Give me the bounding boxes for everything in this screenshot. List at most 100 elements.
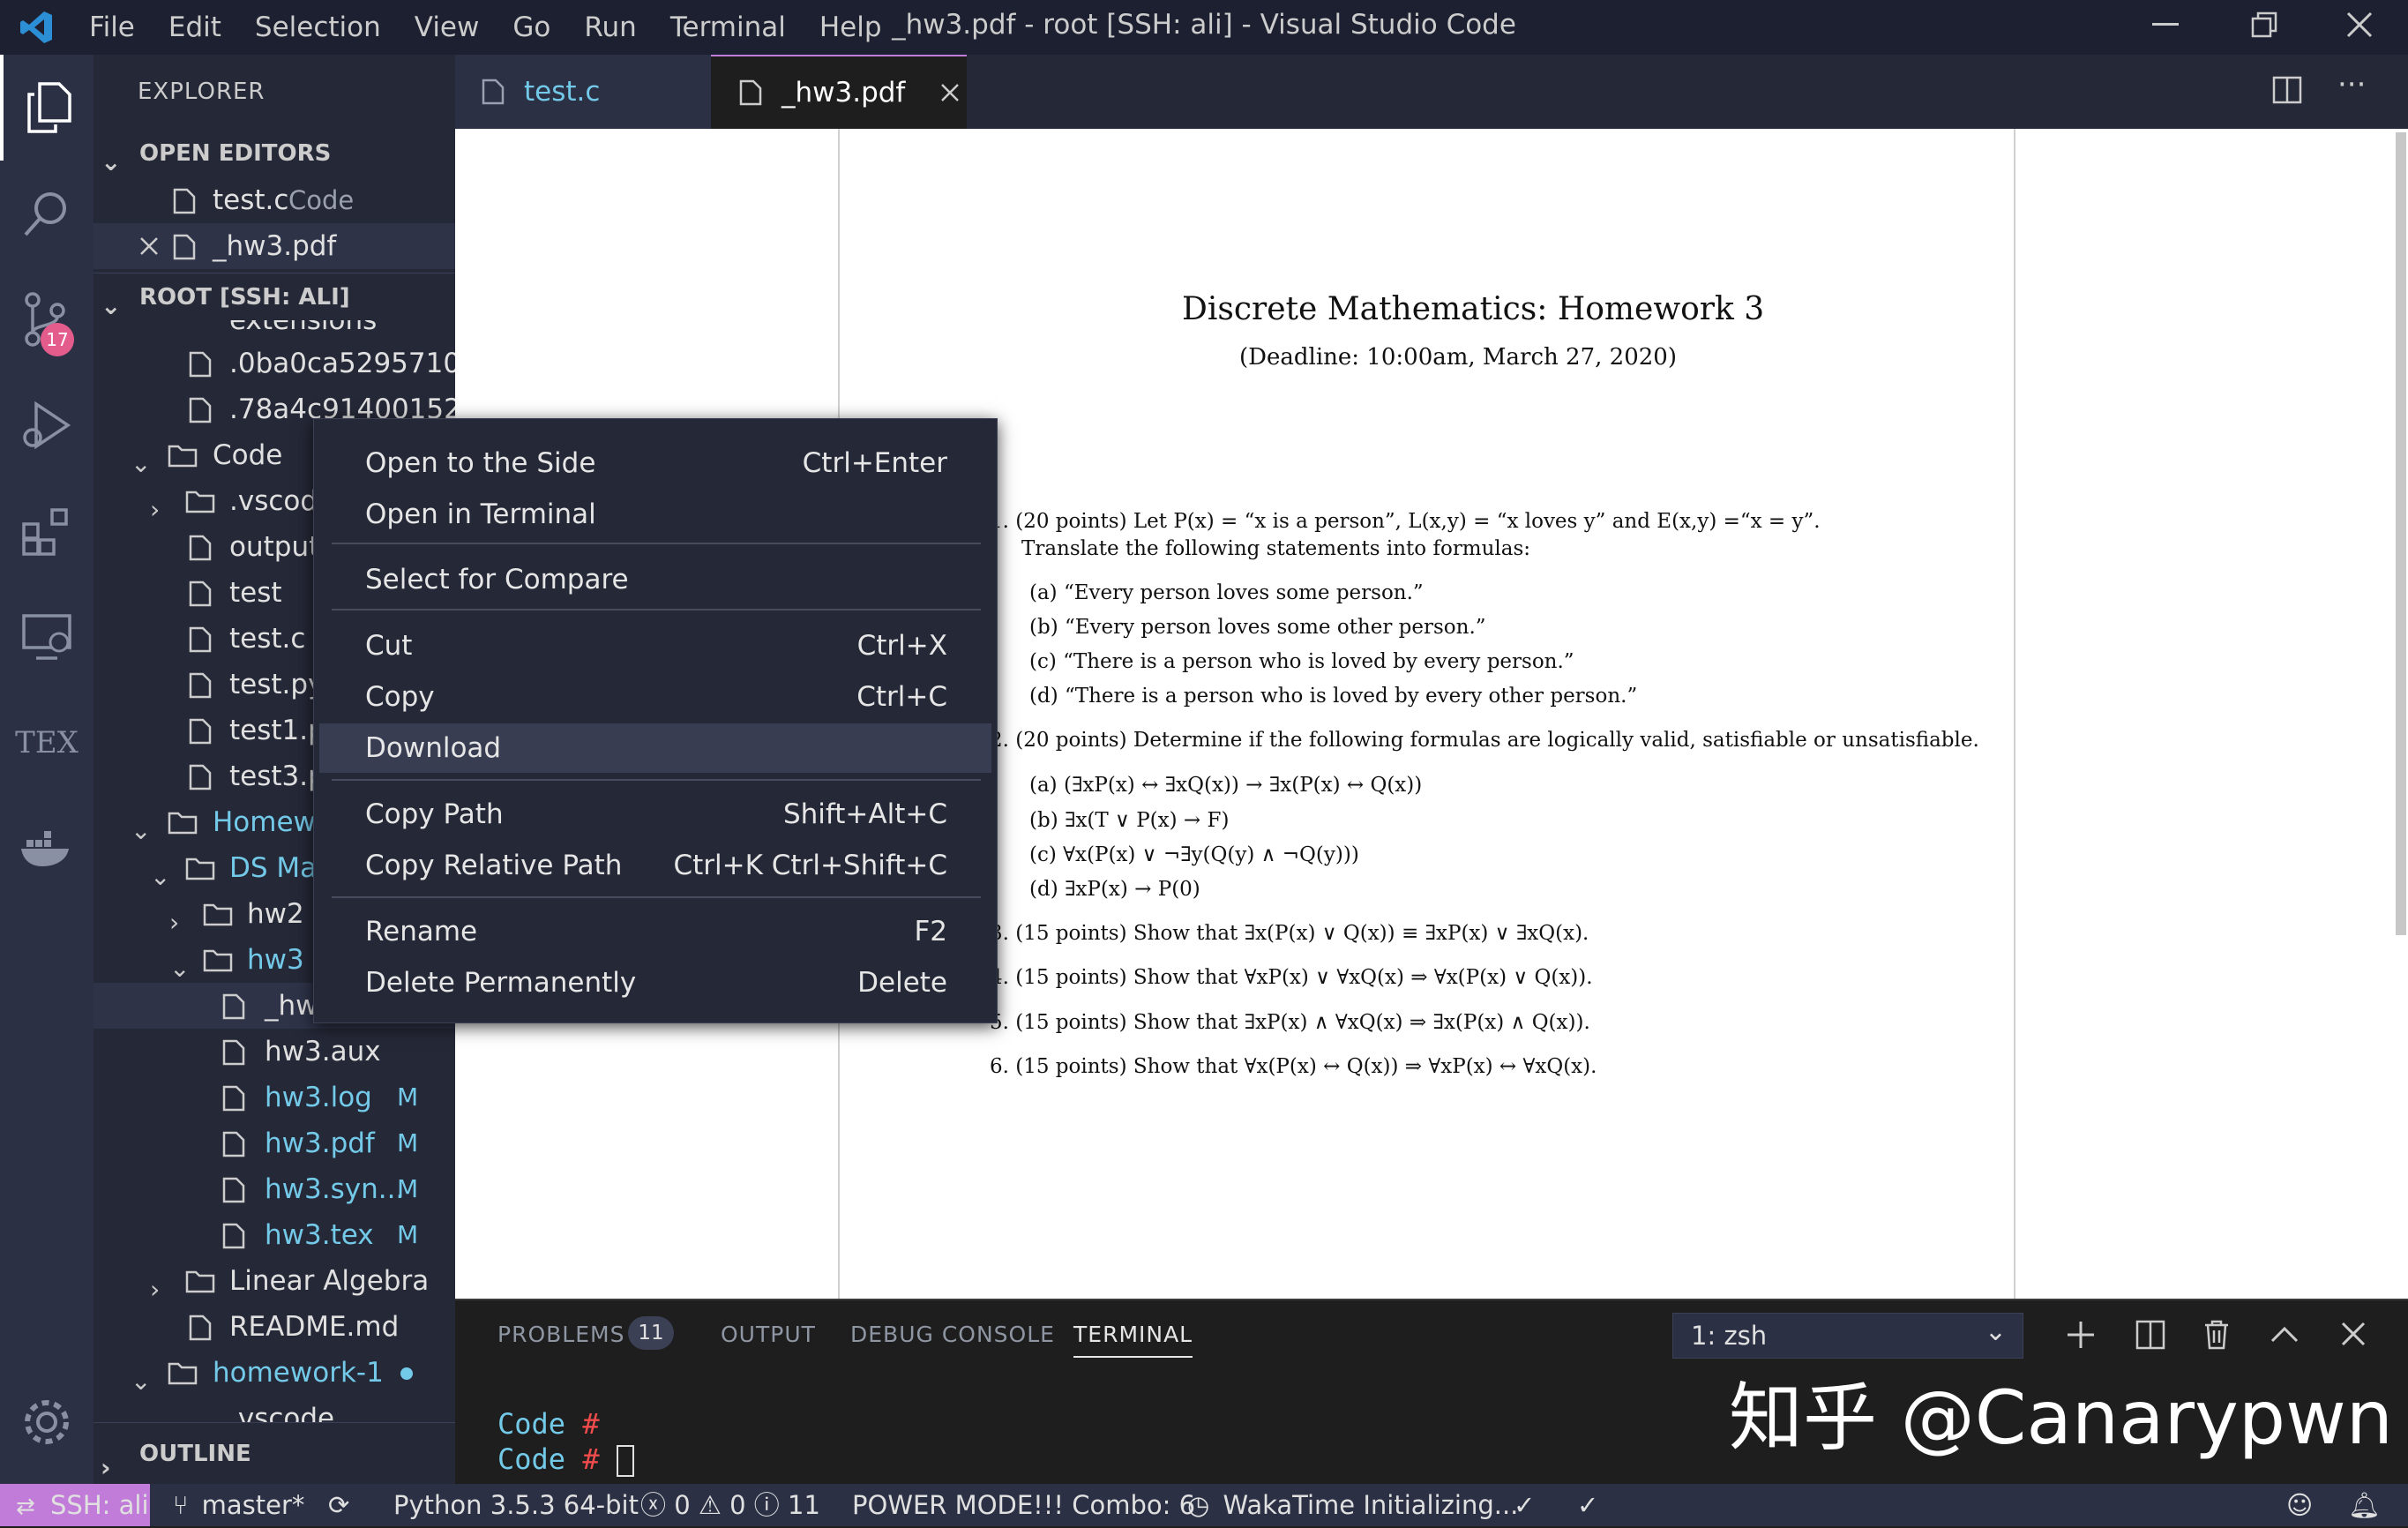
menu-go[interactable]: Go xyxy=(496,0,567,55)
menu-cut[interactable]: Cut Ctrl+X xyxy=(319,621,991,670)
menu-rename[interactable]: Rename F2 xyxy=(319,907,991,956)
problems-summary[interactable]: ⓧ 0 ⚠ 0 ⓘ 11 xyxy=(640,1484,820,1526)
split-editor-button[interactable] xyxy=(2272,76,2302,108)
tree-file[interactable]: .0ba0ca5295710... xyxy=(93,341,455,386)
wakatime-label: WakaTime Initializing... xyxy=(1223,1490,1519,1520)
sync-button[interactable]: ⟳ xyxy=(328,1484,349,1526)
maximize-panel-button[interactable] xyxy=(2270,1325,2299,1346)
file-name: hw3.pdf xyxy=(265,1127,375,1159)
terminal-prompt: # xyxy=(582,1407,600,1441)
open-editor-item[interactable]: test.c Code xyxy=(93,177,455,223)
remote-explorer-activity[interactable] xyxy=(0,584,93,690)
close-window-button[interactable] xyxy=(2311,0,2408,49)
tree-folder[interactable]: ⌄ homework-1 xyxy=(93,1350,455,1396)
menu-run[interactable]: Run xyxy=(567,0,653,55)
file-icon xyxy=(173,188,196,214)
check-status-2[interactable]: ✓ xyxy=(1577,1484,1598,1526)
run-debug-activity[interactable] xyxy=(0,372,93,478)
open-editors-header[interactable]: ⌄ OPEN EDITORS xyxy=(93,130,455,177)
restore-button[interactable] xyxy=(2216,0,2313,49)
split-terminal-button[interactable] xyxy=(2135,1320,2165,1353)
check-status[interactable]: ✓ xyxy=(1514,1484,1535,1526)
menu-terminal[interactable]: Terminal xyxy=(654,0,803,55)
file-icon xyxy=(189,718,212,745)
menu-label: Rename xyxy=(365,916,478,948)
menu-open-to-side[interactable]: Open to the Side Ctrl+Enter xyxy=(319,438,991,488)
explorer-activity[interactable] xyxy=(0,55,93,161)
folder-name: Code xyxy=(213,439,283,471)
vscode-logo-icon xyxy=(0,0,72,55)
file-icon xyxy=(189,351,212,378)
tab-problems[interactable]: PROBLEMS xyxy=(497,1322,624,1347)
terminal-prompt: # xyxy=(582,1442,600,1476)
menu-copy-path[interactable]: Copy Path Shift+Alt+C xyxy=(319,790,991,839)
docker-activity[interactable] xyxy=(0,796,93,902)
editor-scrollbar[interactable] xyxy=(2396,132,2406,935)
menu-copy[interactable]: Copy Ctrl+C xyxy=(319,672,991,722)
extensions-activity[interactable] xyxy=(0,478,93,584)
tree-file[interactable]: hw3.aux xyxy=(93,1029,455,1075)
tree-file-modified[interactable]: hw3.pdf M xyxy=(93,1120,455,1166)
close-panel-button[interactable] xyxy=(2341,1322,2366,1350)
file-icon xyxy=(222,1039,245,1066)
modified-badge: M xyxy=(397,1220,419,1249)
new-terminal-button[interactable] xyxy=(2066,1320,2096,1353)
latex-activity[interactable]: TEX xyxy=(0,690,93,796)
notifications-button[interactable]: 🔔︎ xyxy=(2348,1484,2381,1526)
file-icon xyxy=(189,672,212,699)
source-control-activity[interactable]: 17 xyxy=(0,266,93,372)
tree-folder[interactable]: › Linear Algebra xyxy=(93,1258,455,1304)
folder-open-icon xyxy=(168,445,198,468)
menu-help[interactable]: Help xyxy=(803,0,899,55)
minimize-button[interactable] xyxy=(2117,0,2214,49)
open-editor-item-active[interactable]: _hw3.pdf xyxy=(93,223,455,269)
tab-output[interactable]: OUTPUT xyxy=(721,1322,816,1347)
menu-label: Copy xyxy=(365,681,435,713)
tab-hw3-pdf[interactable]: _hw3.pdf xyxy=(711,55,967,129)
tree-file-modified[interactable]: hw3.tex M xyxy=(93,1212,455,1258)
more-actions-button[interactable]: ··· xyxy=(2337,67,2366,102)
tab-terminal[interactable]: TERMINAL xyxy=(1073,1322,1193,1358)
search-activity[interactable] xyxy=(0,161,93,266)
menu-open-in-terminal[interactable]: Open in Terminal xyxy=(319,490,991,539)
menu-file[interactable]: File xyxy=(72,0,152,55)
folder-icon xyxy=(185,491,215,513)
git-branch[interactable]: ⑂ master* xyxy=(173,1484,304,1526)
warning-count: 0 xyxy=(729,1490,746,1520)
feedback-button[interactable]: ☺ xyxy=(2286,1484,2313,1526)
clock-icon: ◷ xyxy=(1187,1490,1210,1520)
menu-selection[interactable]: Selection xyxy=(238,0,398,55)
menu-copy-relative-path[interactable]: Copy Relative Path Ctrl+K Ctrl+Shift+C xyxy=(319,841,991,890)
menu-edit[interactable]: Edit xyxy=(152,0,238,55)
terminal-output[interactable]: Code # Code # xyxy=(497,1406,634,1477)
outline-label: OUTLINE xyxy=(139,1441,251,1467)
tree-file-modified[interactable]: hw3.log M xyxy=(93,1075,455,1120)
python-interpreter[interactable]: Python 3.5.3 64-bit xyxy=(393,1484,639,1526)
tab-test-c[interactable]: test.c xyxy=(455,55,711,129)
menu-download[interactable]: Download xyxy=(319,723,991,773)
tree-folder[interactable]: extensions xyxy=(93,320,455,341)
outline-header[interactable]: › OUTLINE xyxy=(93,1422,455,1484)
wakatime-status[interactable]: ◷ WakaTime Initializing... xyxy=(1187,1484,1518,1526)
tree-folder[interactable]: › .vscode xyxy=(93,1396,455,1422)
file-icon xyxy=(222,1223,245,1249)
menu-select-for-compare[interactable]: Select for Compare xyxy=(319,555,991,604)
explorer-title: EXPLORER xyxy=(138,79,265,105)
root-folder-header[interactable]: ⌄ ROOT [SSH: ALI] xyxy=(93,273,455,320)
menu-delete-permanently[interactable]: Delete Permanently Delete xyxy=(319,958,991,1007)
manage-activity[interactable] xyxy=(0,1369,93,1475)
tab-debug-console[interactable]: DEBUG CONSOLE xyxy=(850,1322,1055,1347)
kill-terminal-button[interactable] xyxy=(2203,1320,2230,1353)
tree-file[interactable]: README.md xyxy=(93,1304,455,1350)
menu-view[interactable]: View xyxy=(398,0,497,55)
chevron-right-icon: › xyxy=(150,495,161,524)
menu-label: Cut xyxy=(365,630,413,662)
remote-indicator[interactable]: ⇄ SSH: ali xyxy=(0,1484,150,1526)
chevron-right-icon: › xyxy=(150,1404,160,1422)
chevron-right-icon: › xyxy=(150,1275,161,1304)
tree-file-modified[interactable]: hw3.syn... M xyxy=(93,1166,455,1212)
terminal-select[interactable]: 1: zsh ⌄ xyxy=(1672,1313,2023,1359)
close-icon[interactable] xyxy=(940,83,960,102)
close-icon[interactable] xyxy=(139,236,159,256)
status-bar: ⇄ SSH: ali ⑂ master* ⟳ Python 3.5.3 64-b… xyxy=(0,1484,2408,1526)
